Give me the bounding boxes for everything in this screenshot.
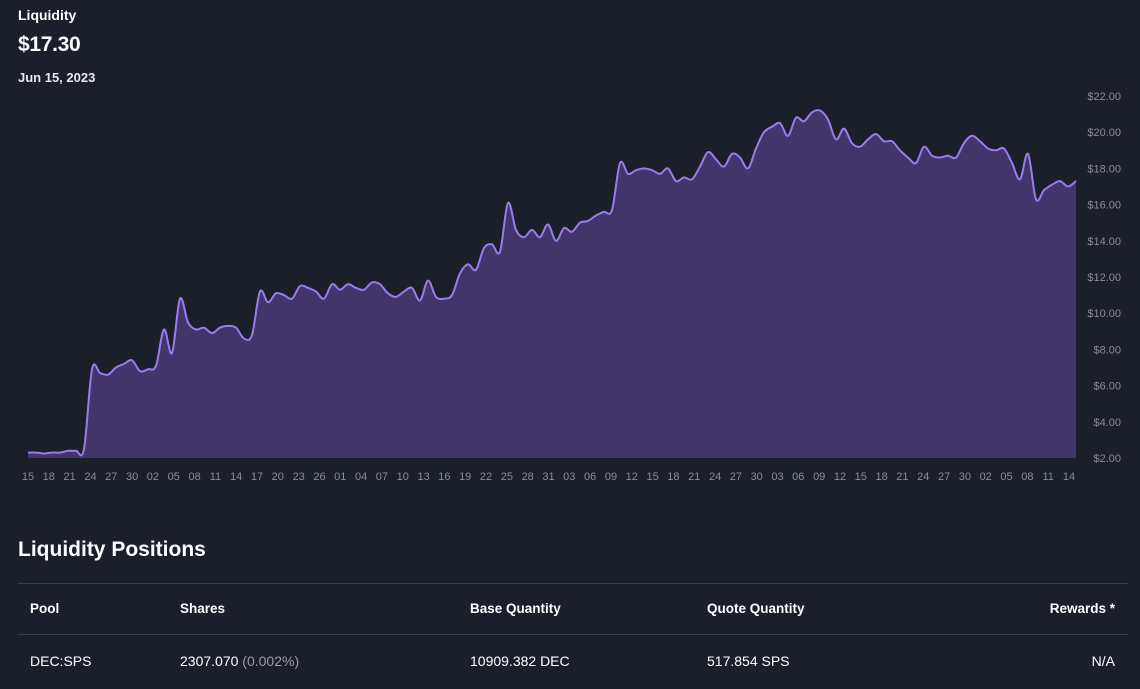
- column-header-shares[interactable]: Shares: [180, 584, 225, 634]
- x-tick-label: 19: [459, 471, 471, 483]
- x-tick-label: 31: [542, 471, 554, 483]
- column-header-base-quantity[interactable]: Base Quantity: [470, 584, 561, 634]
- shares-amount: 2307.070: [180, 653, 239, 669]
- x-tick-label: 18: [43, 471, 55, 483]
- x-tick-label: 12: [626, 471, 638, 483]
- y-tick-label: $16.00: [1087, 200, 1121, 212]
- x-tick-label: 06: [584, 471, 596, 483]
- x-tick-label: 15: [22, 471, 34, 483]
- x-tick-label: 21: [688, 471, 700, 483]
- x-tick-label: 24: [917, 471, 929, 483]
- shares-percent: (0.002%): [242, 653, 300, 669]
- cell-base-quantity: 10909.382 DEC: [470, 653, 570, 669]
- x-tick-label: 27: [105, 471, 117, 483]
- y-tick-label: $22.00: [1087, 91, 1121, 103]
- x-tick-label: 11: [210, 471, 221, 483]
- table-row[interactable]: DEC:SPS 2307.070 (0.002%) 10909.382 DEC …: [18, 635, 1128, 689]
- x-tick-label: 30: [126, 471, 138, 483]
- x-tick-label: 17: [251, 471, 263, 483]
- x-tick-label: 14: [1063, 471, 1075, 483]
- cell-pool: DEC:SPS: [30, 653, 92, 669]
- x-tick-label: 02: [147, 471, 159, 483]
- liquidity-chart[interactable]: $2.00 $4.00 $6.00 $8.00 $10.00 $12.00 $14.00 $1…: [0, 0, 1140, 500]
- x-tick-label: 08: [1021, 471, 1033, 483]
- x-tick-label: 24: [84, 471, 96, 483]
- x-tick-label: 24: [709, 471, 721, 483]
- column-header-pool[interactable]: Pool: [30, 584, 59, 634]
- x-tick-label: 30: [751, 471, 763, 483]
- y-tick-label: $8.00: [1093, 344, 1121, 356]
- chart-area-fill: [28, 110, 1076, 458]
- y-tick-label: $2.00: [1093, 453, 1121, 465]
- y-tick-label: $4.00: [1093, 417, 1121, 429]
- x-tick-label: 03: [771, 471, 783, 483]
- x-tick-label: 10: [397, 471, 409, 483]
- x-tick-label: 27: [938, 471, 950, 483]
- x-tick-label: 15: [646, 471, 658, 483]
- x-tick-label: 23: [293, 471, 305, 483]
- x-tick-label: 15: [855, 471, 867, 483]
- x-tick-label: 06: [792, 471, 804, 483]
- column-header-quote-quantity[interactable]: Quote Quantity: [707, 584, 805, 634]
- cell-shares: 2307.070 (0.002%): [180, 635, 299, 687]
- x-tick-label: 20: [272, 471, 284, 483]
- y-tick-label: $20.00: [1087, 127, 1121, 139]
- x-tick-label: 14: [230, 471, 242, 483]
- column-header-rewards[interactable]: Rewards *: [1050, 584, 1115, 634]
- positions-title: Liquidity Positions: [18, 538, 206, 561]
- y-axis-ticks: $2.00 $4.00 $6.00 $8.00 $10.00 $12.00 $14.00 $1…: [1087, 91, 1121, 465]
- y-tick-label: $12.00: [1087, 272, 1121, 284]
- x-tick-label: 03: [563, 471, 575, 483]
- x-tick-label: 26: [313, 471, 325, 483]
- x-tick-label: 01: [334, 471, 346, 483]
- x-tick-label: 02: [980, 471, 992, 483]
- y-tick-label: $10.00: [1087, 308, 1121, 320]
- x-tick-label: 21: [896, 471, 908, 483]
- x-tick-label: 12: [834, 471, 846, 483]
- x-tick-label: 21: [63, 471, 75, 483]
- x-tick-label: 25: [501, 471, 513, 483]
- cell-quote-quantity: 517.854 SPS: [707, 653, 790, 669]
- table-header-row: Pool Shares Base Quantity Quote Quantity…: [18, 583, 1128, 635]
- x-tick-label: 30: [959, 471, 971, 483]
- x-tick-label: 09: [605, 471, 617, 483]
- y-tick-label: $6.00: [1093, 381, 1121, 393]
- x-tick-label: 04: [355, 471, 367, 483]
- x-tick-label: 28: [522, 471, 534, 483]
- y-tick-label: $14.00: [1087, 236, 1121, 248]
- x-tick-label: 18: [875, 471, 887, 483]
- x-tick-label: 13: [417, 471, 429, 483]
- positions-table: Pool Shares Base Quantity Quote Quantity…: [18, 583, 1128, 689]
- x-tick-label: 05: [168, 471, 180, 483]
- x-tick-label: 16: [438, 471, 450, 483]
- x-tick-label: 05: [1000, 471, 1012, 483]
- x-tick-label: 08: [188, 471, 200, 483]
- x-tick-label: 09: [813, 471, 825, 483]
- x-tick-label: 18: [667, 471, 679, 483]
- cell-rewards: N/A: [1091, 653, 1115, 669]
- x-tick-label: 07: [376, 471, 388, 483]
- x-tick-label: 11: [1042, 471, 1053, 483]
- x-tick-label: 27: [730, 471, 742, 483]
- x-tick-label: 22: [480, 471, 492, 483]
- y-tick-label: $18.00: [1087, 163, 1121, 175]
- x-axis-ticks: 15 18 21 24 27 30 02 05 08 11 14 17 20 23 26 01 04 07 10 13…: [22, 471, 1075, 483]
